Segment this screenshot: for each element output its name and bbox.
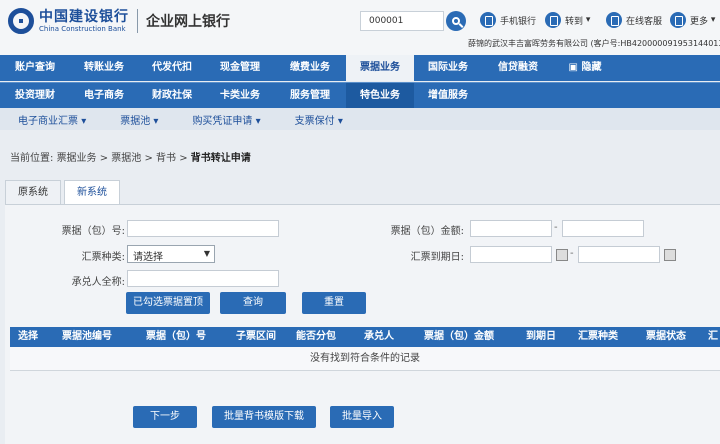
menu-credit[interactable]: 信贷融资 [482, 55, 554, 81]
calendar-icon[interactable] [556, 249, 568, 261]
col-bill-amount: 票据（包）金额 [424, 331, 494, 342]
batch-import-button[interactable]: 批量导入 [330, 406, 394, 428]
bill-type-label: 汇票种类: [81, 252, 125, 263]
menu-special[interactable]: 特色业务 [346, 83, 414, 109]
batch-template-download-button[interactable]: 批量背书模版下载 [212, 406, 316, 428]
due-date-end-input[interactable] [578, 246, 660, 263]
goto-icon [545, 12, 561, 28]
chevron-down-icon: ▼ [203, 249, 210, 258]
menu-international[interactable]: 国际业务 [414, 55, 482, 81]
menu-value-added[interactable]: 增值服务 [414, 83, 482, 109]
goto-link[interactable]: 转到 ▾ [545, 12, 590, 28]
acceptor-input[interactable] [127, 270, 279, 287]
due-date-label: 汇票到期日: [410, 252, 464, 263]
col-acceptor: 承兑人 [364, 331, 394, 342]
chevron-down-icon: ▾ [583, 15, 591, 25]
bill-no-input[interactable] [127, 220, 279, 237]
menu-finance-social[interactable]: 财政社保 [138, 83, 206, 109]
bill-no-label: 票据（包）号: [61, 226, 125, 237]
bill-amount-max-input[interactable] [562, 220, 644, 237]
chevron-down-icon: ▾ [708, 15, 716, 25]
menu-hide[interactable]: ▣ 隐藏 [554, 55, 616, 81]
col-select: 选择 [18, 331, 38, 342]
header: 中国建设银行 China Construction Bank 企业网上银行 00… [0, 0, 720, 55]
system-tabs: 原系统 新系统 [5, 180, 123, 204]
calendar-icon[interactable] [664, 249, 676, 261]
breadcrumb: 当前位置: 票据业务 > 票据池 > 背书 > 背书转让申请 [10, 153, 251, 164]
sub-menu: 电子商业汇票 ▾ 票据池 ▾ 购买凭证申请 ▾ 支票保付 ▾ [0, 108, 720, 130]
chevron-down-icon: ▾ [337, 115, 343, 127]
submenu-ecd-bill[interactable]: 电子商业汇票 ▾ [18, 112, 86, 127]
chevron-down-icon: ▾ [153, 115, 159, 127]
menu-account-query[interactable]: 账户查询 [0, 55, 70, 81]
next-step-button[interactable]: 下一步 [133, 406, 197, 428]
col-more: 汇 [708, 331, 718, 342]
chat-icon [606, 12, 622, 28]
menu-ecommerce[interactable]: 电子商务 [70, 83, 138, 109]
range-separator: - [554, 222, 558, 233]
main-menu-row2: 投资理财 电子商务 财政社保 卡类业务 服务管理 特色业务 增值服务 [0, 82, 720, 109]
more-link[interactable]: 更多 ▾ [670, 12, 715, 28]
search-button[interactable] [446, 11, 466, 31]
submenu-cheque-guarantee[interactable]: 支票保付 ▾ [295, 112, 343, 127]
search-icon [452, 17, 460, 25]
bill-amount-min-input[interactable] [470, 220, 552, 237]
bill-amount-label: 票据（包）金额: [390, 226, 464, 237]
submenu-bill-pool[interactable]: 票据池 ▾ [120, 112, 158, 127]
col-bill-status: 票据状态 [646, 331, 686, 342]
menu-payroll[interactable]: 代发代扣 [138, 55, 206, 81]
page-title: 背书转让申请 [190, 153, 251, 164]
logo-divider [137, 9, 138, 33]
tab-old-system[interactable]: 原系统 [5, 180, 61, 204]
menu-service-management[interactable]: 服务管理 [274, 83, 346, 109]
pin-selected-button[interactable]: 已勾选票据置顶 [126, 292, 210, 314]
mobile-icon [480, 12, 496, 28]
due-date-start-input[interactable] [470, 246, 552, 263]
bill-type-select[interactable]: 请选择 ▼ [127, 245, 215, 263]
bank-logo[interactable]: 中国建设银行 China Construction Bank 企业网上银行 [8, 8, 230, 34]
menu-payment[interactable]: 缴费业务 [274, 55, 346, 81]
col-sub-range: 子票区间 [236, 331, 276, 342]
col-bill-type: 汇票种类 [578, 331, 618, 342]
col-due-date: 到期日 [526, 331, 556, 342]
main-menu-row1: 账户查询 转账业务 代发代扣 现金管理 缴费业务 票据业务 国际业务 信贷融资 … [0, 55, 720, 81]
customer-info: 薛锦的武汉丰吉富晖劳务有限公司 (客户号:HB42000009195314401… [468, 39, 720, 48]
chevron-down-icon: ▾ [255, 115, 261, 127]
logo-en-text: China Construction Bank [39, 24, 126, 33]
menu-transfer[interactable]: 转账业务 [70, 55, 138, 81]
ccb-logo-icon [8, 8, 34, 34]
query-button[interactable]: 查询 [220, 292, 286, 314]
range-separator: - [570, 248, 574, 259]
submenu-voucher-apply[interactable]: 购买凭证申请 ▾ [192, 112, 260, 127]
col-bill-no: 票据（包）号 [146, 331, 206, 342]
menu-cash-management[interactable]: 现金管理 [206, 55, 274, 81]
tab-new-system[interactable]: 新系统 [64, 180, 120, 204]
hide-icon: ▣ [568, 62, 582, 73]
online-service-link[interactable]: 在线客服 [606, 12, 662, 28]
empty-results-message: 没有找到符合条件的记录 [10, 347, 720, 371]
col-splittable: 能否分包 [296, 331, 336, 342]
chevron-down-icon: ▾ [81, 115, 87, 127]
col-pool-no: 票据池编号 [62, 331, 112, 342]
logo-subtitle: 企业网上银行 [146, 14, 230, 30]
logo-cn-text: 中国建设银行 [39, 8, 129, 25]
reset-button[interactable]: 重置 [302, 292, 366, 314]
menu-investment[interactable]: 投资理财 [0, 83, 70, 109]
more-icon [670, 12, 686, 28]
menu-bill-business[interactable]: 票据业务 [346, 55, 414, 81]
results-table-header: 选择 票据池编号 票据（包）号 子票区间 能否分包 承兑人 票据（包）金额 到期… [10, 327, 720, 347]
menu-card[interactable]: 卡类业务 [206, 83, 274, 109]
mobile-banking-link[interactable]: 手机银行 [480, 12, 536, 28]
acceptor-label: 承兑人全称: [71, 277, 125, 288]
search-input[interactable]: 000001 [360, 11, 444, 31]
